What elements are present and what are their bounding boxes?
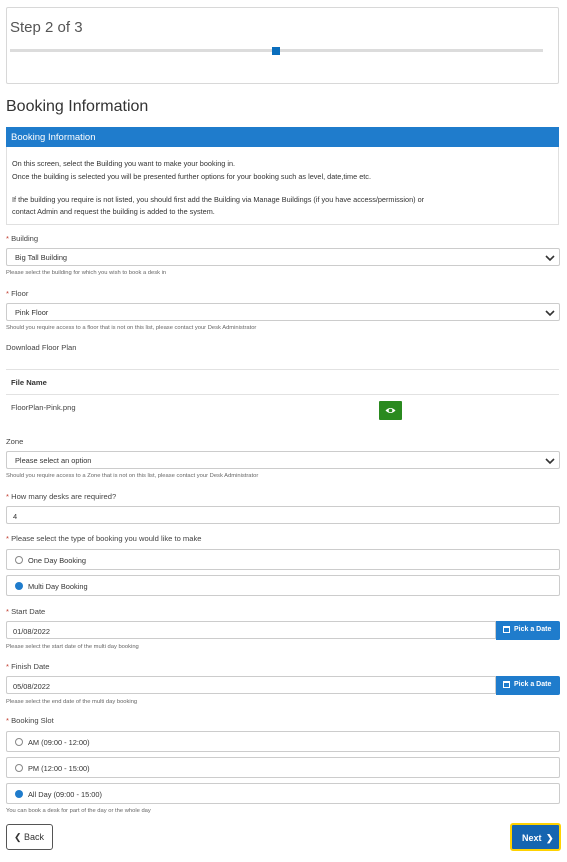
step-title: Step 2 of 3 (10, 19, 83, 36)
page-title: Booking Information (6, 98, 149, 115)
finish-date-label: * Finish Date (6, 662, 50, 671)
view-file-button[interactable] (379, 401, 402, 420)
floor-select[interactable]: Pink Floor (6, 303, 560, 321)
step-card (6, 7, 559, 84)
radio-one-day-booking[interactable]: One Day Booking (6, 549, 560, 570)
start-date-input[interactable]: 01/08/2022 (6, 621, 496, 639)
info-panel-header: Booking Information (6, 127, 559, 147)
booking-slot-help: You can book a desk for part of the day … (6, 808, 151, 814)
radio-label: AM (09:00 - 12:00) (28, 738, 90, 747)
calendar-icon (503, 626, 510, 633)
desk-count-input[interactable]: 4 (6, 506, 560, 524)
eye-icon (385, 408, 396, 413)
radio-unchecked-icon (15, 738, 23, 746)
info-panel-body: On this screen, select the Building you … (6, 147, 559, 225)
radio-unchecked-icon (15, 764, 23, 772)
zone-select[interactable]: Please select an option (6, 451, 560, 469)
desk-count-value: 4 (13, 512, 18, 521)
start-date-value: 01/08/2022 (13, 627, 50, 636)
radio-am-slot[interactable]: AM (09:00 - 12:00) (6, 731, 560, 752)
booking-type-label: * Please select the type of booking you … (6, 534, 202, 543)
building-label: * Building (6, 234, 39, 243)
file-name-cell: FloorPlan-Pink.png (11, 403, 76, 412)
building-help: Please select the building for which you… (6, 270, 167, 276)
radio-pm-slot[interactable]: PM (12:00 - 15:00) (6, 757, 560, 778)
booking-slot-label: * Booking Slot (6, 716, 54, 725)
back-button[interactable]: ❮ Back (6, 824, 53, 850)
next-button[interactable]: Next ❯ (510, 823, 561, 851)
finish-date-pick-button[interactable]: Pick a Date (496, 676, 560, 695)
progress-indicator (272, 47, 280, 55)
divider (6, 394, 559, 395)
zone-placeholder: Please select an option (15, 456, 92, 465)
chevron-left-icon: ❮ (14, 832, 22, 842)
download-floor-plan-link[interactable]: Download Floor Plan (6, 343, 77, 352)
info-text-line: Once the building is selected you will b… (12, 172, 371, 181)
radio-label: PM (12:00 - 15:00) (28, 764, 90, 773)
finish-date-value: 05/08/2022 (13, 682, 50, 691)
radio-unchecked-icon (15, 556, 23, 564)
info-text-line: On this screen, select the Building you … (12, 159, 236, 168)
start-date-pick-button[interactable]: Pick a Date (496, 621, 560, 640)
chevron-right-icon: ❯ (546, 833, 554, 843)
zone-label: Zone (6, 437, 24, 446)
info-text-line: contact Admin and request the building i… (12, 207, 215, 216)
file-name-header: File Name (11, 378, 47, 387)
floor-help: Should you require access to a floor tha… (6, 325, 257, 331)
radio-all-day-slot[interactable]: All Day (09:00 - 15:00) (6, 783, 560, 804)
info-text-line: If the building you require is not liste… (12, 195, 425, 204)
chevron-down-icon (545, 310, 555, 317)
floor-value: Pink Floor (15, 308, 49, 317)
finish-date-input[interactable]: 05/08/2022 (6, 676, 496, 694)
building-select[interactable]: Big Tall Building (6, 248, 560, 266)
radio-checked-icon (15, 582, 23, 590)
divider (6, 369, 559, 370)
start-date-help: Please select the start date of the mult… (6, 644, 139, 650)
start-date-label: * Start Date (6, 607, 46, 616)
finish-date-help: Please select the end date of the multi … (6, 699, 138, 705)
radio-label: One Day Booking (28, 556, 86, 565)
desks-label: * How many desks are required? (6, 492, 117, 501)
radio-multi-day-booking[interactable]: Multi Day Booking (6, 575, 560, 596)
zone-help: Should you require access to a Zone that… (6, 473, 259, 479)
chevron-down-icon (545, 255, 555, 262)
building-value: Big Tall Building (15, 253, 68, 262)
radio-label: Multi Day Booking (28, 582, 88, 591)
calendar-icon (503, 681, 510, 688)
chevron-down-icon (545, 458, 555, 465)
radio-label: All Day (09:00 - 15:00) (28, 790, 102, 799)
radio-checked-icon (15, 790, 23, 798)
floor-label: * Floor (6, 289, 29, 298)
